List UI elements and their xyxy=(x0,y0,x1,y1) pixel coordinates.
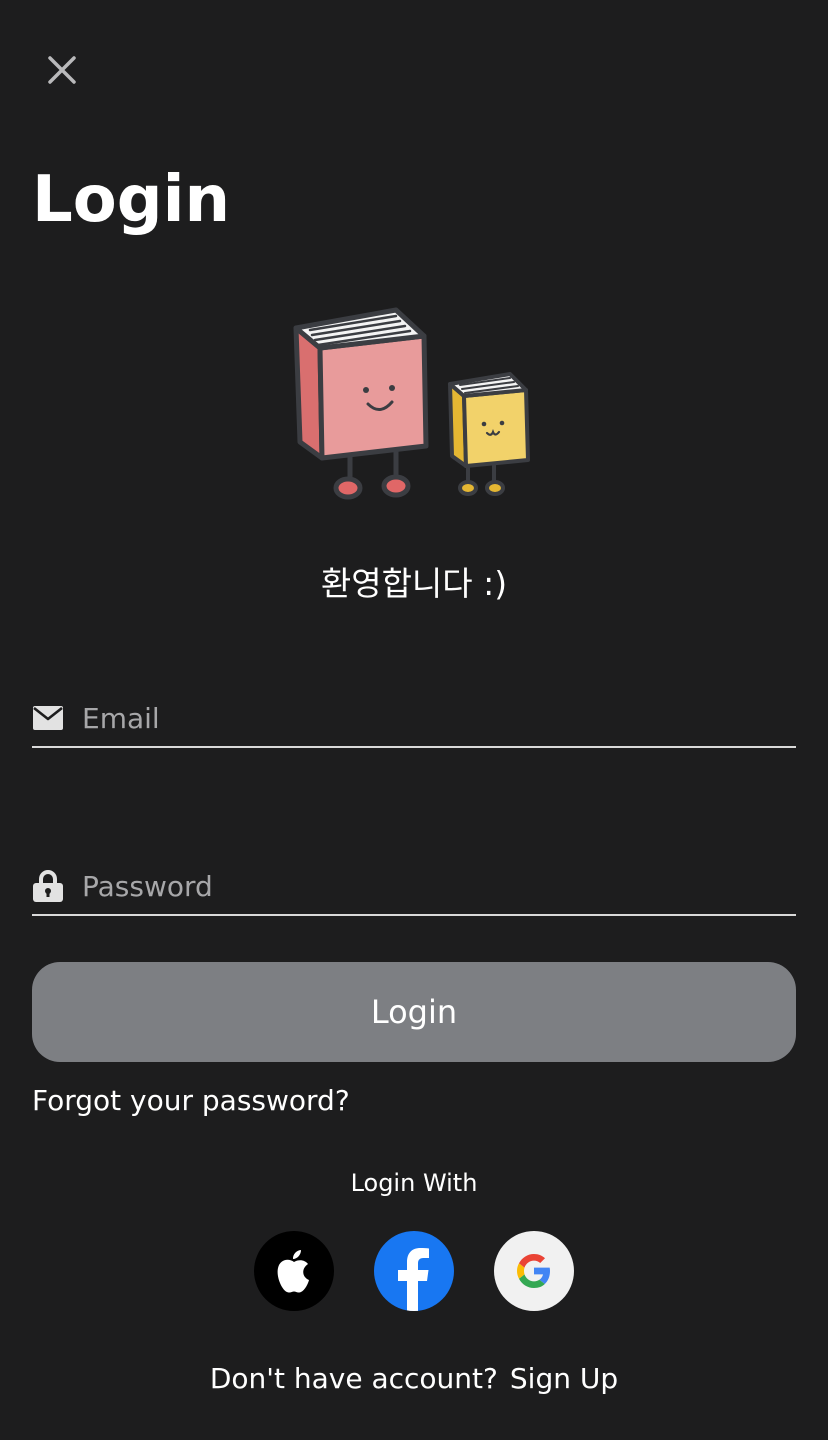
no-account-text: Don't have account? xyxy=(209,1362,498,1395)
close-icon xyxy=(48,56,76,84)
apple-icon xyxy=(277,1250,309,1293)
apple-login-button[interactable] xyxy=(254,1231,334,1311)
password-field-row xyxy=(32,858,796,916)
forgot-password-link[interactable]: Forgot your password? xyxy=(32,1082,350,1120)
close-button[interactable] xyxy=(40,48,84,92)
page-title: Login xyxy=(32,163,231,237)
email-field-row xyxy=(32,690,796,748)
facebook-icon xyxy=(398,1248,429,1311)
login-with-label: Login With xyxy=(350,1169,478,1197)
facebook-login-button[interactable] xyxy=(374,1231,454,1311)
sign-up-link[interactable]: Sign Up xyxy=(510,1362,618,1395)
login-button[interactable]: Login xyxy=(32,962,796,1062)
welcome-message: 환영합니다 :) xyxy=(320,564,508,603)
lock-icon xyxy=(32,870,64,902)
signup-row: Don't have account? Sign Up xyxy=(0,1360,828,1398)
google-icon xyxy=(517,1254,550,1288)
mail-icon xyxy=(32,702,64,734)
email-input[interactable] xyxy=(82,701,796,735)
google-login-button[interactable] xyxy=(494,1231,574,1311)
book-mascot-illustration xyxy=(293,307,530,500)
password-input[interactable] xyxy=(82,869,796,903)
